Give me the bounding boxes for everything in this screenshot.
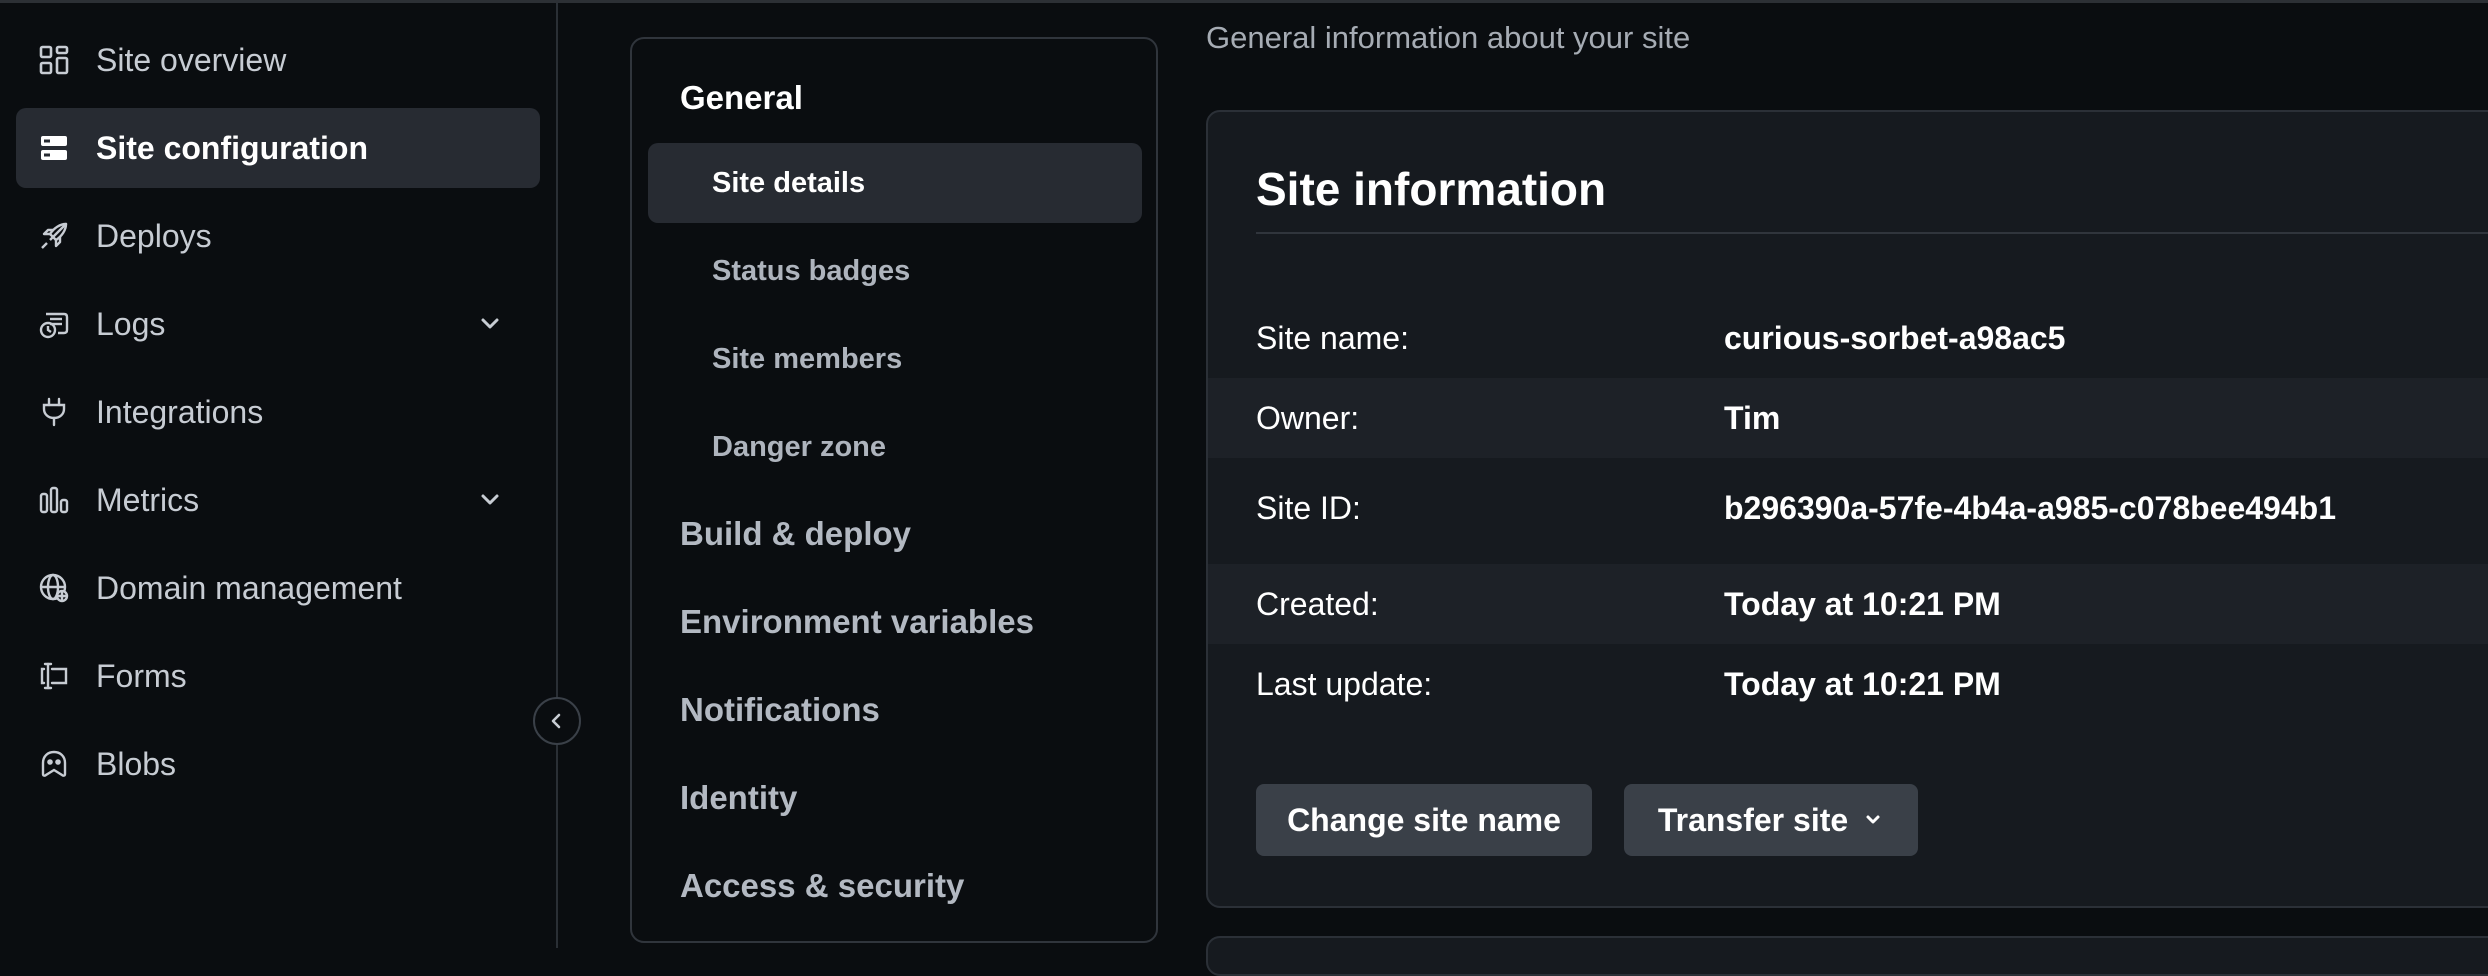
sidebar-item-label: Forms [96,657,187,694]
section-notifications[interactable]: Notifications [680,691,880,729]
info-label: Owner: [1256,400,1360,436]
info-row-owner: Owner: Tim [1208,378,2488,458]
section-access-security[interactable]: Access & security [680,867,964,905]
subnav-item-site-details[interactable]: Site details [648,143,1142,223]
last-update-value: Today at 10:21 PM [1724,666,2001,702]
change-site-name-button[interactable]: Change site name [1256,784,1592,856]
divider [1256,232,2488,234]
site-information-card: Site information Site name: curious-sorb… [1206,110,2488,908]
card-title: Site information [1256,163,1607,215]
section-general[interactable]: General [680,79,803,117]
blob-icon [38,748,70,780]
chevron-left-icon [546,710,568,732]
sidebar-item-label: Logs [96,305,166,342]
settings-subnav: General Site details Status badges Site … [630,37,1158,943]
sidebar-item-label: Deploys [96,217,212,254]
info-label: Site ID: [1256,490,1361,526]
section-build-deploy[interactable]: Build & deploy [680,515,911,553]
info-row-site-id: Site ID: b296390a-57fe-4b4a-a985-c078bee… [1208,468,2488,548]
globe-icon [38,572,70,604]
site-name-value: curious-sorbet-a98ac5 [1724,320,2066,356]
next-card [1206,936,2488,976]
sidebar-item-deploys[interactable]: Deploys [16,196,540,276]
sidebar-item-blobs[interactable]: Blobs [16,724,540,804]
subnav-item-danger-zone[interactable]: Danger zone [648,407,1142,487]
info-label: Created: [1256,586,1379,622]
rocket-icon [38,220,70,252]
chevron-down-icon[interactable] [474,484,506,516]
sidebar-item-logs[interactable]: Logs [16,284,540,364]
sidebar-item-label: Integrations [96,393,264,430]
sidebar-item-label: Metrics [96,481,200,518]
form-icon [38,660,70,692]
info-row-site-name: Site name: curious-sorbet-a98ac5 [1208,298,2488,378]
created-value: Today at 10:21 PM [1724,586,2001,622]
sidebar-item-label: Domain management [96,569,402,606]
info-label: Site name: [1256,320,1409,356]
transfer-site-button[interactable]: Transfer site [1624,784,1918,856]
collapse-sidebar-button[interactable] [533,697,581,745]
sidebar-item-label: Blobs [96,745,177,782]
owner-value: Tim [1724,400,1781,436]
sidebar-item-forms[interactable]: Forms [16,636,540,716]
info-row-created: Created: Today at 10:21 PM [1208,564,2488,644]
sidebar-item-domain-management[interactable]: Domain management [16,548,540,628]
info-row-last-update: Last update: Today at 10:21 PM [1208,644,2488,724]
button-label: Transfer site [1657,801,1849,838]
site-id-value: b296390a-57fe-4b4a-a985-c078bee494b1 [1724,490,2336,526]
sidebar-divider [556,3,558,948]
subnav-item-site-members[interactable]: Site members [648,319,1142,399]
plug-icon [38,396,70,428]
server-icon [38,132,70,164]
sidebar-item-label: Site configuration [96,129,368,166]
left-sidebar: Site overview Site configuration Deploys [0,3,556,948]
subnav-item-status-badges[interactable]: Status badges [648,231,1142,311]
logs-icon [38,308,70,340]
sidebar-item-label: Site overview [96,41,287,78]
sidebar-item-integrations[interactable]: Integrations [16,372,540,452]
grid-icon [38,44,70,76]
button-label: Change site name [1287,801,1561,838]
sidebar-item-site-overview[interactable]: Site overview [16,20,540,100]
section-environment-variables[interactable]: Environment variables [680,603,1034,641]
sidebar-item-metrics[interactable]: Metrics [16,460,540,540]
section-identity[interactable]: Identity [680,779,797,817]
bar-chart-icon [38,484,70,516]
info-label: Last update: [1256,666,1433,702]
sidebar-item-site-configuration[interactable]: Site configuration [16,108,540,188]
chevron-down-icon [1862,809,1884,831]
chevron-down-icon[interactable] [474,308,506,340]
page-description: General information about your site [1206,20,1691,55]
